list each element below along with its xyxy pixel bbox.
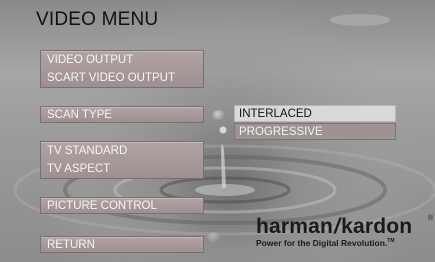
brand-tagline: Power for the Digital Revolution.TM xyxy=(256,238,395,248)
option-interlaced[interactable]: INTERLACED xyxy=(234,105,396,122)
scan-type-label: SCAN TYPE xyxy=(47,109,112,121)
menu-item-tv-aspect[interactable]: TV ASPECT xyxy=(47,163,110,175)
brand-name: harman/kardon xyxy=(256,215,413,238)
harman-kardon-logo: harman/kardon ® Power for the Digital Rev… xyxy=(256,215,433,248)
menu-item-scan-type[interactable]: SCAN TYPE xyxy=(40,106,204,123)
menu-item-video-output[interactable]: VIDEO OUTPUT xyxy=(47,54,133,66)
tv-settings-group: TV STANDARD TV ASPECT xyxy=(40,141,204,179)
menu-item-tv-standard[interactable]: TV STANDARD xyxy=(47,145,127,157)
option-progressive[interactable]: PROGRESSIVE xyxy=(234,123,396,140)
video-menu-screen: VIDEO MENU VIDEO OUTPUT SCART VIDEO OUTP… xyxy=(0,0,435,262)
video-output-group: VIDEO OUTPUT SCART VIDEO OUTPUT xyxy=(40,50,204,88)
picture-control-label: PICTURE CONTROL xyxy=(47,200,157,212)
return-label: RETURN xyxy=(47,239,95,251)
menu-item-scart-video-output[interactable]: SCART VIDEO OUTPUT xyxy=(47,72,175,84)
page-title: VIDEO MENU xyxy=(36,9,159,30)
menu-item-picture-control[interactable]: PICTURE CONTROL xyxy=(40,197,204,214)
registered-mark: ® xyxy=(428,215,434,222)
return-bubble-icon xyxy=(207,232,221,242)
selection-bubble-icon xyxy=(212,110,226,120)
menu-item-return[interactable]: RETURN xyxy=(40,236,204,253)
